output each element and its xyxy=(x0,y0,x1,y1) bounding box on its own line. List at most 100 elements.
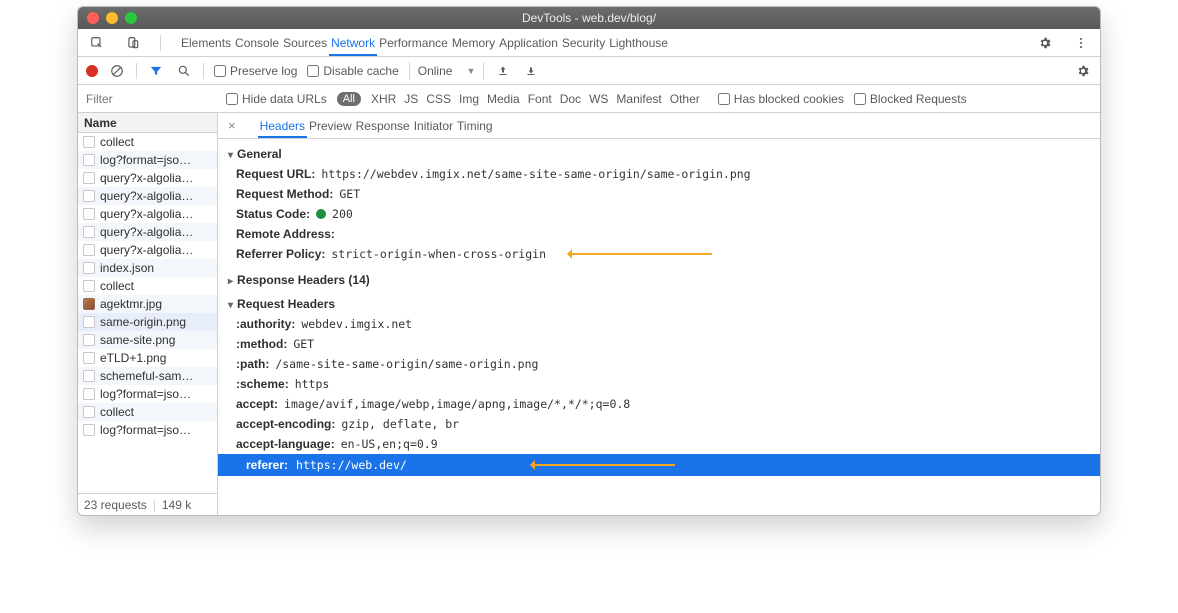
scheme-key: :scheme: xyxy=(236,377,289,391)
type-filters: XHR JS CSS Img Media Font Doc WS Manifest Other xyxy=(371,92,708,106)
request-row[interactable]: query?x-algolia… xyxy=(78,241,217,259)
referer-key: referer: xyxy=(246,458,288,472)
accept-encoding-value: gzip, deflate, br xyxy=(341,417,459,431)
section-response-headers[interactable]: Response Headers (14) xyxy=(228,273,1090,287)
hide-data-urls-checkbox[interactable]: Hide data URLs xyxy=(226,92,327,106)
subtab-headers[interactable]: Headers xyxy=(258,114,307,138)
section-general[interactable]: General xyxy=(228,147,1090,161)
authority-value: webdev.imgix.net xyxy=(301,317,412,331)
request-name: same-site.png xyxy=(100,333,175,347)
request-row[interactable]: collect xyxy=(78,403,217,421)
referrer-policy-key: Referrer Policy: xyxy=(236,247,325,261)
request-name: query?x-algolia… xyxy=(100,171,193,185)
divider: | xyxy=(153,498,156,512)
file-icon xyxy=(83,388,95,400)
subtab-response[interactable]: Response xyxy=(354,114,412,138)
subtab-timing[interactable]: Timing xyxy=(455,114,495,138)
request-name: query?x-algolia… xyxy=(100,243,193,257)
type-filter-img[interactable]: Img xyxy=(459,92,479,106)
request-name: collect xyxy=(100,135,134,149)
panel-tab-lighthouse[interactable]: Lighthouse xyxy=(607,30,670,56)
status-bar: 23 requests | 149 k xyxy=(78,493,217,515)
type-filter-doc[interactable]: Doc xyxy=(560,92,581,106)
request-row[interactable]: same-site.png xyxy=(78,331,217,349)
download-har-icon[interactable] xyxy=(522,62,540,80)
panel-tab-network[interactable]: Network xyxy=(329,30,377,56)
minimize-window-icon[interactable] xyxy=(106,12,118,24)
subtab-initiator[interactable]: Initiator xyxy=(412,114,455,138)
filter-bar: Hide data URLs All XHR JS CSS Img Media Font D… xyxy=(78,85,1100,113)
accept-language-key: accept-language: xyxy=(236,437,335,451)
request-row[interactable]: eTLD+1.png xyxy=(78,349,217,367)
annotation-arrow-icon xyxy=(572,253,712,255)
file-icon xyxy=(83,316,95,328)
titlebar: DevTools - web.dev/blog/ xyxy=(78,7,1100,29)
request-row[interactable]: log?format=jso… xyxy=(78,421,217,439)
name-column-header[interactable]: Name xyxy=(78,113,217,133)
zoom-window-icon[interactable] xyxy=(125,12,137,24)
file-icon xyxy=(83,334,95,346)
blocked-requests-label: Blocked Requests xyxy=(870,92,967,106)
panel-tab-sources[interactable]: Sources xyxy=(281,30,329,56)
panel-tab-application[interactable]: Application xyxy=(497,30,560,56)
type-filter-css[interactable]: CSS xyxy=(426,92,451,106)
network-settings-icon[interactable] xyxy=(1074,62,1092,80)
type-filter-js[interactable]: JS xyxy=(404,92,418,106)
request-list-panel: Name collectlog?format=jso…query?x-algol… xyxy=(78,113,218,515)
request-row[interactable]: agektmr.jpg xyxy=(78,295,217,313)
close-window-icon[interactable] xyxy=(87,12,99,24)
request-row[interactable]: query?x-algolia… xyxy=(78,205,217,223)
panel-tab-elements[interactable]: Elements xyxy=(179,30,233,56)
type-filter-ws[interactable]: WS xyxy=(589,92,608,106)
type-all-pill[interactable]: All xyxy=(337,92,361,106)
panel-tab-performance[interactable]: Performance xyxy=(377,30,450,56)
file-icon xyxy=(83,406,95,418)
section-request-headers[interactable]: Request Headers xyxy=(228,297,1090,311)
request-name: log?format=jso… xyxy=(100,423,191,437)
divider xyxy=(203,63,204,79)
request-row[interactable]: schemeful-sam… xyxy=(78,367,217,385)
request-row[interactable]: query?x-algolia… xyxy=(78,169,217,187)
request-name: log?format=jso… xyxy=(100,153,191,167)
details-tabs: × HeadersPreviewResponseInitiatorTiming xyxy=(218,113,1100,139)
preserve-log-checkbox[interactable]: Preserve log xyxy=(214,64,297,78)
request-row[interactable]: log?format=jso… xyxy=(78,385,217,403)
type-filter-media[interactable]: Media xyxy=(487,92,520,106)
settings-icon[interactable] xyxy=(1036,34,1054,52)
request-row[interactable]: query?x-algolia… xyxy=(78,223,217,241)
disable-cache-checkbox[interactable]: Disable cache xyxy=(307,64,398,78)
method-key: :method: xyxy=(236,337,287,351)
filter-input[interactable] xyxy=(86,92,216,106)
type-filter-manifest[interactable]: Manifest xyxy=(616,92,661,106)
request-row[interactable]: query?x-algolia… xyxy=(78,187,217,205)
blocked-requests-checkbox[interactable]: Blocked Requests xyxy=(854,92,967,106)
accept-key: accept: xyxy=(236,397,278,411)
request-row[interactable]: collect xyxy=(78,277,217,295)
filter-icon[interactable] xyxy=(147,62,165,80)
request-row[interactable]: same-origin.png xyxy=(78,313,217,331)
type-filter-xhr[interactable]: XHR xyxy=(371,92,396,106)
path-value: /same-site-same-origin/same-origin.png xyxy=(275,357,538,371)
remote-address-key: Remote Address: xyxy=(236,227,335,241)
panel-tab-security[interactable]: Security xyxy=(560,30,607,56)
record-icon[interactable] xyxy=(86,65,98,77)
request-method-value: GET xyxy=(339,187,360,201)
request-row[interactable]: collect xyxy=(78,133,217,151)
request-row[interactable]: log?format=jso… xyxy=(78,151,217,169)
type-filter-font[interactable]: Font xyxy=(528,92,552,106)
type-filter-other[interactable]: Other xyxy=(670,92,700,106)
panel-tab-memory[interactable]: Memory xyxy=(450,30,497,56)
subtab-preview[interactable]: Preview xyxy=(307,114,354,138)
clear-icon[interactable] xyxy=(108,62,126,80)
search-icon[interactable] xyxy=(175,62,193,80)
close-icon[interactable]: × xyxy=(228,118,236,133)
throttle-select[interactable]: Online▼ xyxy=(409,62,485,80)
request-row[interactable]: index.json xyxy=(78,259,217,277)
blocked-cookies-checkbox[interactable]: Has blocked cookies xyxy=(718,92,844,106)
inspect-icon[interactable] xyxy=(88,34,106,52)
more-icon[interactable] xyxy=(1072,34,1090,52)
device-toggle-icon[interactable] xyxy=(124,34,142,52)
upload-har-icon[interactable] xyxy=(494,62,512,80)
panel-tab-console[interactable]: Console xyxy=(233,30,281,56)
file-icon xyxy=(83,244,95,256)
